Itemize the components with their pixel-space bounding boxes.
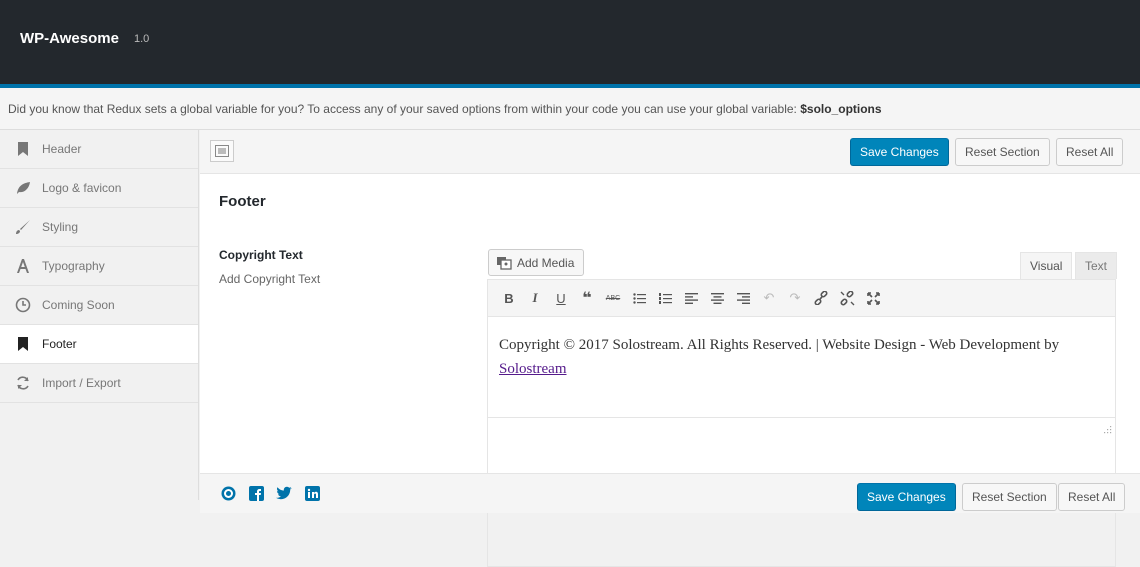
bookmark-icon [12,335,34,353]
bold-icon[interactable]: B [496,285,522,311]
reset-section-button[interactable]: Reset Section [955,138,1050,166]
reset-section-button-bottom[interactable]: Reset Section [962,483,1057,511]
expand-icon [215,145,229,157]
undo-icon[interactable]: ↶ [756,285,782,311]
sidebar-item-styling[interactable]: Styling [0,208,198,247]
add-media-label: Add Media [517,255,575,270]
sidebar-item-logo-favicon[interactable]: Logo & favicon [0,169,198,208]
reset-all-button[interactable]: Reset All [1056,138,1124,166]
redo-icon[interactable]: ↷ [782,285,808,311]
field-description: Add Copyright Text [219,272,321,286]
save-changes-button[interactable]: Save Changes [850,138,949,166]
tab-text[interactable]: Text [1075,252,1118,279]
sidebar-item-label: Coming Soon [42,298,115,312]
bullet-list-icon[interactable] [626,285,652,311]
tab-visual[interactable]: Visual [1020,252,1073,279]
sidebar-item-label: Footer [42,337,77,351]
numbered-list-icon[interactable] [652,285,678,311]
refresh-icon [12,374,34,392]
facebook-icon[interactable] [248,485,264,501]
italic-icon[interactable]: I [522,285,548,311]
twitter-icon[interactable] [276,485,292,501]
notice-text: Did you know that Redux sets a global va… [8,102,801,116]
sidebar-item-header[interactable]: Header [0,130,198,169]
notice-variable: $solo_options [800,102,882,116]
font-icon [12,257,34,275]
sidebar-item-coming-soon[interactable]: Coming Soon [0,286,198,325]
section-title: Footer [219,193,266,210]
sidebar-item-label: Header [42,142,82,156]
brush-icon [12,218,34,236]
link-icon[interactable] [808,285,834,311]
app-version: 1.0 [134,33,150,45]
linkedin-icon[interactable] [304,485,320,501]
sidebar-item-footer[interactable]: Footer [0,325,198,364]
reset-all-button-bottom[interactable]: Reset All [1058,483,1126,511]
editor-statusbar [488,417,1115,437]
redux-notice: Did you know that Redux sets a global va… [0,88,1140,130]
options-panel: Save Changes Reset Section Reset All Foo… [200,130,1140,567]
copyright-text: Copyright © 2017 Solostream. All Rights … [499,337,1060,353]
expand-toggle-button[interactable] [210,140,234,162]
app-title: WP-Awesome [20,30,119,47]
panel-footer-bar: Save Changes Reset Section Reset All [200,473,1140,513]
sidebar-item-typography[interactable]: Typography [0,247,198,286]
unlink-icon[interactable] [834,285,860,311]
bookmark-icon [12,140,34,158]
resize-handle-icon[interactable] [1103,425,1112,434]
sidebar-item-label: Logo & favicon [42,181,122,195]
fullscreen-icon[interactable] [860,285,886,311]
media-icon [497,256,512,270]
align-center-icon[interactable] [704,285,730,311]
wordpress-icon[interactable] [220,485,236,501]
sidebar: Header Logo & favicon Styling Typography… [0,130,199,500]
field-label: Copyright Text [219,248,303,262]
sidebar-item-label: Styling [42,220,79,234]
social-links [220,485,320,501]
solostream-link[interactable]: Solostream [499,361,567,377]
panel-top-bar: Save Changes Reset Section Reset All [200,130,1140,174]
clock-icon [12,296,34,314]
top-bar: WP-Awesome 1.0 [0,0,1140,88]
blockquote-icon[interactable]: ❝ [574,285,600,311]
save-changes-button-bottom[interactable]: Save Changes [857,483,956,511]
sidebar-item-label: Typography [42,259,105,273]
align-left-icon[interactable] [678,285,704,311]
underline-icon[interactable]: U [548,285,574,311]
editor-toolbar: B I U ❝ ABC ↶ ↷ [488,280,1115,317]
add-media-button[interactable]: Add Media [488,249,585,276]
align-right-icon[interactable] [730,285,756,311]
rich-text-editor: B I U ❝ ABC ↶ ↷ Copyright © 2017 Solostr… [487,279,1116,567]
editor-content[interactable]: Copyright © 2017 Solostream. All Rights … [488,317,1115,417]
leaf-icon [12,179,34,197]
sidebar-item-label: Import / Export [42,376,121,390]
strikethrough-icon[interactable]: ABC [600,285,626,311]
sidebar-item-import-export[interactable]: Import / Export [0,364,198,403]
